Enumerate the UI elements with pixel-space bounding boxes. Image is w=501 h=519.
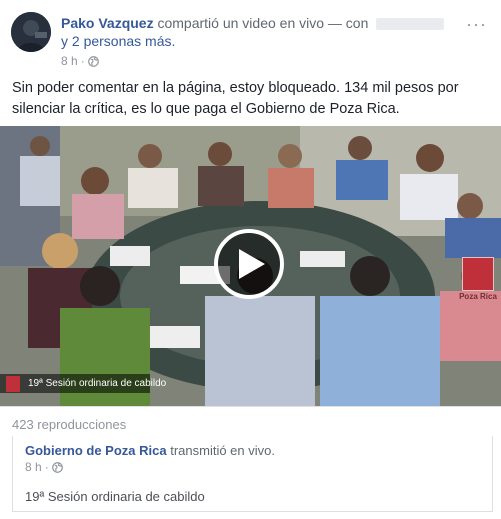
brand-logo-icon — [462, 257, 494, 291]
shared-meta-separator: · — [44, 460, 49, 474]
divider — [0, 406, 501, 407]
post-timestamp[interactable]: 8 h — [61, 54, 78, 68]
play-icon — [239, 249, 265, 279]
meta-separator: · — [80, 54, 85, 68]
shared-video-title[interactable]: 19ª Sesión ordinaria de cabildo — [25, 489, 205, 504]
globe-icon[interactable] — [87, 55, 99, 67]
shared-timestamp[interactable]: 8 h — [25, 460, 42, 474]
shared-live-video-post: Pako Vazquez compartió un video en vivo … — [0, 0, 501, 519]
post-body-text: Sin poder comentar en la página, estoy b… — [12, 80, 459, 117]
shared-author-name[interactable]: Gobierno de Poza Rica — [25, 443, 167, 458]
post-action-text: compartió un video en vivo — con — [157, 15, 369, 31]
shared-action-text: transmitió en vivo. — [170, 443, 275, 458]
caption-logo-icon — [6, 376, 20, 392]
shared-post-meta: 8 h · — [25, 460, 63, 474]
post-header: Pako Vazquez compartió un video en vivo … — [61, 14, 445, 33]
shared-post-box[interactable]: Gobierno de Poza Rica transmitió en vivo… — [12, 436, 493, 512]
video-caption-text: 19ª Sesión ordinaria de cabildo — [28, 378, 167, 389]
video-caption-bar: 19ª Sesión ordinaria de cabildo — [0, 374, 166, 393]
post-meta: 8 h · — [61, 54, 99, 68]
view-count[interactable]: 423 reproducciones — [12, 417, 126, 432]
video-player[interactable]: Poza Rica 19ª Sesión ordinaria de cabild… — [0, 126, 501, 406]
shared-post-header: Gobierno de Poza Rica transmitió en vivo… — [25, 443, 275, 458]
play-button[interactable] — [214, 229, 284, 299]
globe-icon[interactable] — [51, 461, 63, 473]
more-options-icon[interactable]: ··· — [466, 14, 487, 35]
author-avatar[interactable] — [11, 12, 51, 52]
corner-logo-text: Poza Rica — [459, 292, 497, 301]
author-name[interactable]: Pako Vazquez — [61, 15, 154, 31]
tagged-people-more-link[interactable]: y 2 personas más. — [61, 33, 175, 49]
tagged-person-redacted[interactable] — [376, 18, 445, 31]
